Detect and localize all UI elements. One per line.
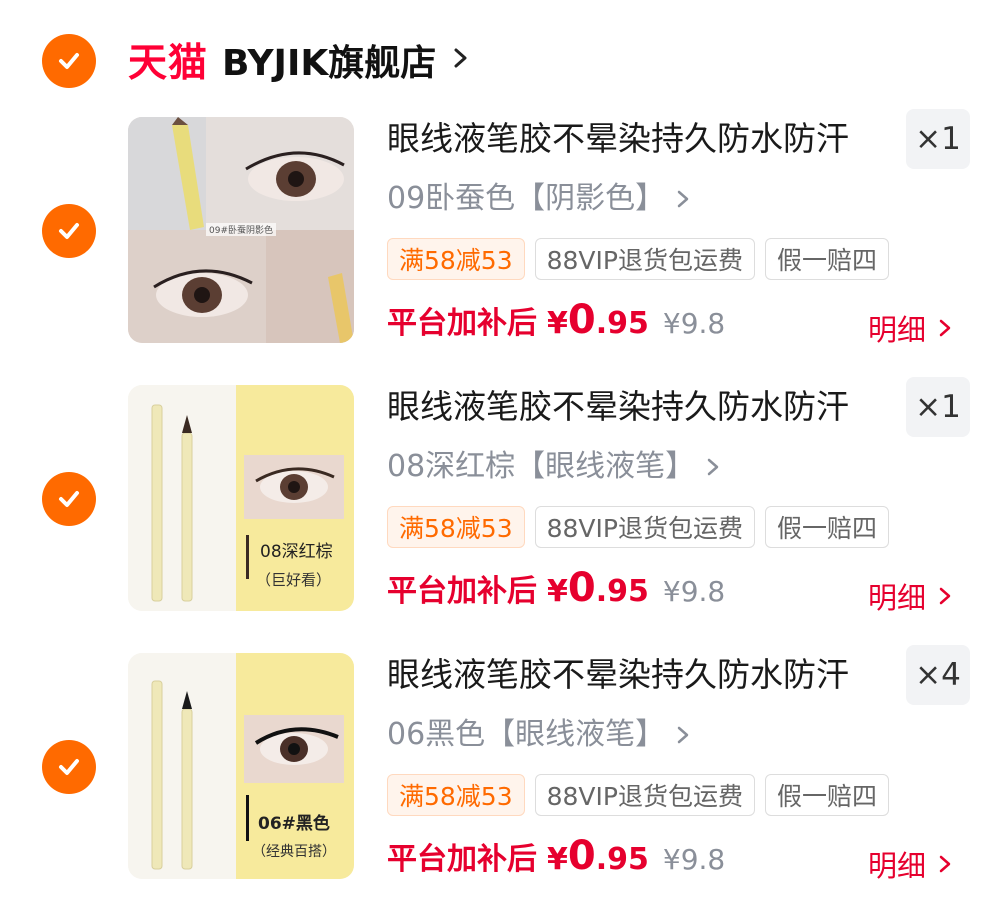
variant-selector[interactable]: 06黑色【眼线液笔】 [387, 715, 691, 755]
detail-label: 明细 [868, 313, 927, 347]
guarantee-tag: 假一赔四 [765, 506, 890, 548]
thumbnail-shade-label: 08深红棕 [260, 542, 333, 562]
chevron-right-icon [707, 458, 719, 476]
platform-subsidy-label: 平台加补后 [387, 306, 537, 341]
return-shipping-tag: 88VIP退货包运费 [534, 238, 755, 280]
platform-subsidy-label: 平台加补后 [387, 574, 537, 609]
chevron-right-icon [939, 855, 951, 873]
quantity-selector[interactable]: ×4 [906, 645, 970, 705]
variant-label: 09卧蚕色【阴影色】 [387, 181, 666, 216]
product-title[interactable]: 眼线液笔胶不晕染持久防水防汗 [387, 117, 849, 161]
currency-symbol: ¥ [547, 842, 568, 877]
currency-symbol: ¥ [547, 574, 568, 609]
guarantee-tag: 假一赔四 [765, 774, 890, 816]
thumbnail-shade-sub: （经典百搭） [252, 844, 336, 860]
price-decimal: .95 [595, 574, 649, 609]
product-title[interactable]: 眼线液笔胶不晕染持久防水防汗 [387, 385, 849, 429]
return-shipping-tag: 88VIP退货包运费 [534, 506, 755, 548]
price-decimal: .95 [595, 306, 649, 341]
chevron-right-icon [939, 319, 951, 337]
cart-item: 09#卧蚕阴影色 眼线液笔胶不晕染持久防水防汗 ×1 09卧蚕色【阴影色】 满5… [0, 109, 1008, 367]
price-integer: 0 [567, 565, 596, 611]
chevron-right-icon [677, 726, 689, 744]
thumbnail-shade-label: 06#黑色 [258, 814, 330, 834]
quantity-selector[interactable]: ×1 [906, 377, 970, 437]
original-price: ¥9.8 [662, 843, 726, 876]
price-row: 平台加补后 ¥ 0 .95 ¥9.8 [387, 565, 725, 611]
discount-tag: 满58减53 [387, 238, 525, 280]
price-detail-link[interactable]: 明细 [868, 575, 952, 617]
price-integer: 0 [567, 297, 596, 343]
price-row: 平台加补后 ¥ 0 .95 ¥9.8 [387, 833, 725, 879]
chevron-right-icon [939, 587, 951, 605]
tag-list: 满58减53 88VIP退货包运费 假一赔四 [387, 506, 890, 548]
discount-tag: 满58减53 [387, 506, 525, 548]
store-name[interactable]: BYJIK旗舰店 [222, 34, 436, 86]
variant-selector[interactable]: 08深红棕【眼线液笔】 [387, 447, 721, 487]
variant-label: 08深红棕【眼线液笔】 [387, 449, 696, 484]
currency-symbol: ¥ [547, 306, 568, 341]
product-thumbnail[interactable]: 09#卧蚕阴影色 [128, 117, 354, 343]
chevron-right-icon [677, 190, 689, 208]
product-thumbnail[interactable]: 08深红棕 （巨好看） [128, 385, 354, 611]
cart-item: 06#黑色 （经典百搭） 眼线液笔胶不晕染持久防水防汗 ×4 06黑色【眼线液笔… [0, 645, 1008, 903]
detail-label: 明细 [868, 849, 927, 883]
thumbnail-caption: 09#卧蚕阴影色 [206, 223, 276, 236]
store-header[interactable]: 天猫 BYJIK旗舰店 [128, 30, 472, 90]
quantity-selector[interactable]: ×1 [906, 109, 970, 169]
detail-label: 明细 [868, 581, 927, 615]
return-shipping-tag: 88VIP退货包运费 [534, 774, 755, 816]
chevron-right-icon[interactable] [450, 43, 472, 77]
discount-tag: 满58减53 [387, 774, 525, 816]
price-integer: 0 [567, 833, 596, 879]
tmall-logo: 天猫 [128, 41, 209, 86]
original-price: ¥9.8 [662, 307, 726, 340]
variant-label: 06黑色【眼线液笔】 [387, 717, 666, 752]
tag-list: 满58减53 88VIP退货包运费 假一赔四 [387, 238, 890, 280]
cart-item: 08深红棕 （巨好看） 眼线液笔胶不晕染持久防水防汗 ×1 08深红棕【眼线液笔… [0, 377, 1008, 635]
variant-selector[interactable]: 09卧蚕色【阴影色】 [387, 179, 691, 219]
price-detail-link[interactable]: 明细 [868, 843, 952, 885]
price-detail-link[interactable]: 明细 [868, 307, 952, 349]
platform-subsidy-label: 平台加补后 [387, 842, 537, 877]
price-decimal: .95 [595, 842, 649, 877]
tag-list: 满58减53 88VIP退货包运费 假一赔四 [387, 774, 890, 816]
check-icon [59, 53, 79, 69]
price-row: 平台加补后 ¥ 0 .95 ¥9.8 [387, 297, 725, 343]
original-price: ¥9.8 [662, 575, 726, 608]
thumbnail-shade-sub: （巨好看） [256, 571, 332, 589]
product-title[interactable]: 眼线液笔胶不晕染持久防水防汗 [387, 653, 849, 697]
guarantee-tag: 假一赔四 [765, 238, 890, 280]
product-thumbnail[interactable]: 06#黑色 （经典百搭） [128, 653, 354, 879]
store-select-checkbox[interactable] [42, 34, 96, 88]
